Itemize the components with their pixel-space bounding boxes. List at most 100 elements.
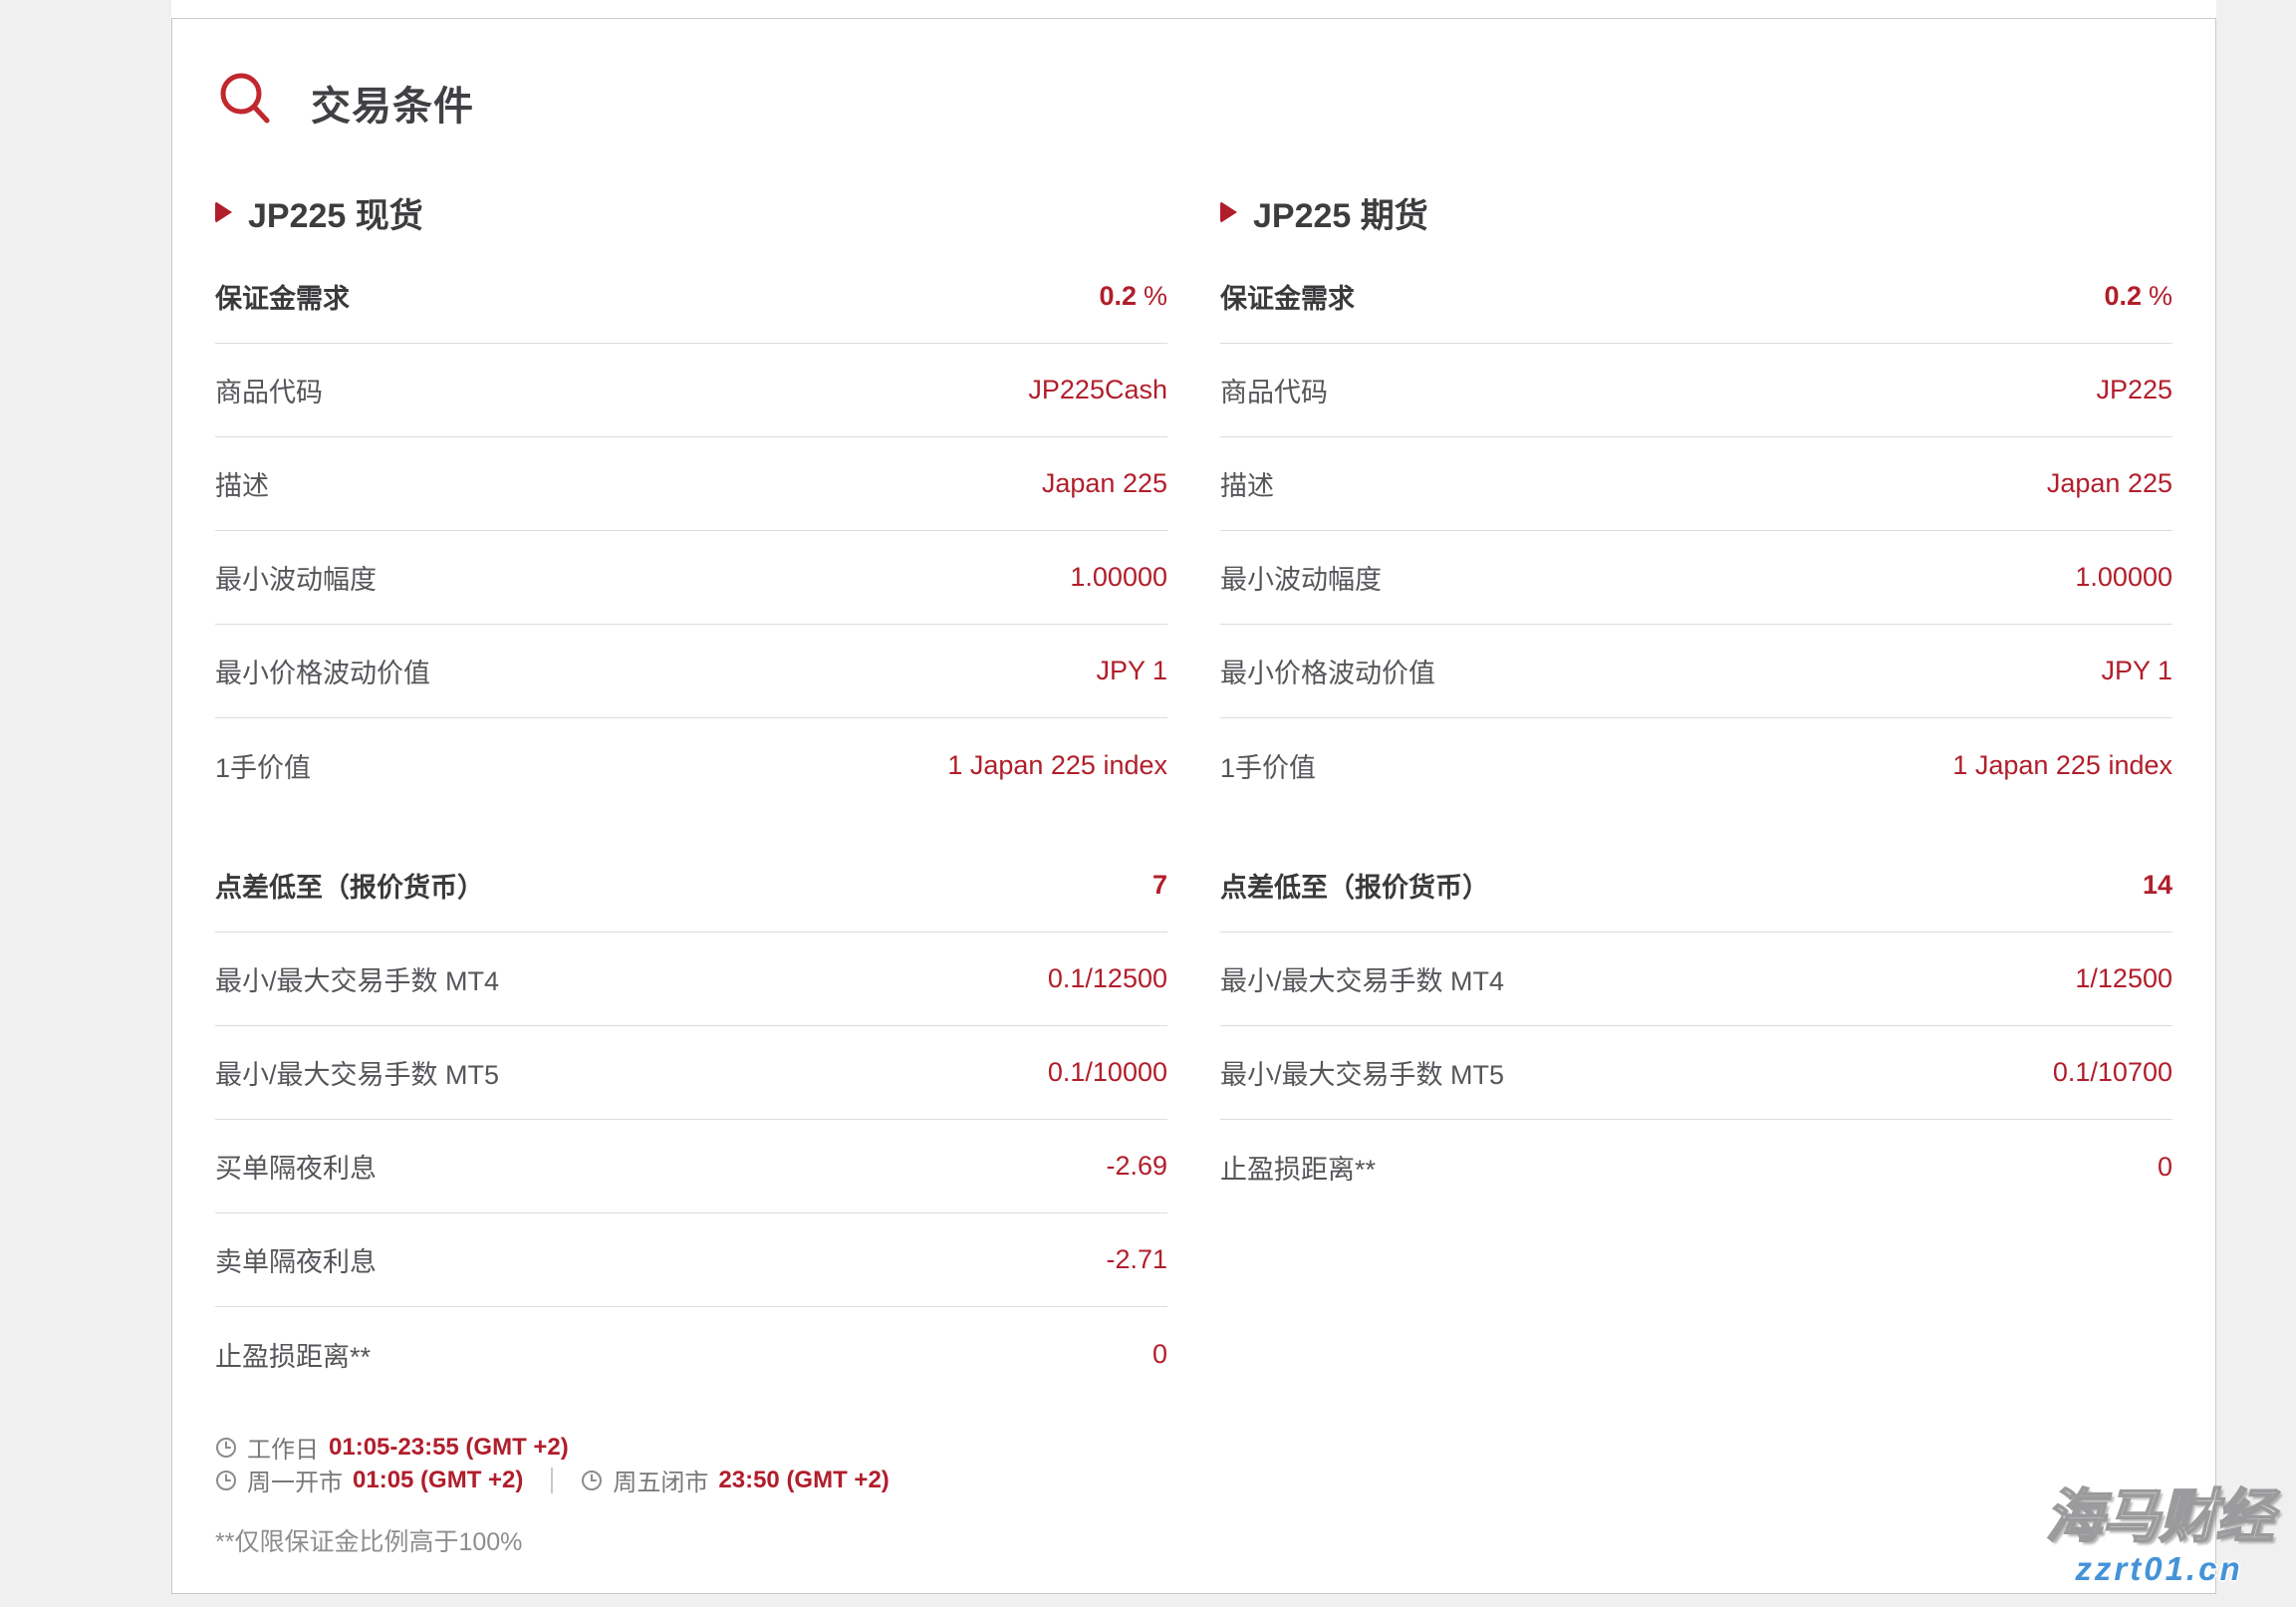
row-label: 买单隔夜利息 [215,1154,377,1184]
top-strip [171,0,2216,18]
row-label: 最小波动幅度 [1220,565,1382,595]
column-jp225-futures: JP225 期货 保证金需求 0.2% 商品代码 JP225 描述 Japan … [1220,190,2172,1401]
row-label: 保证金需求 [215,284,350,314]
row-label: 点差低至（报价货币） [215,873,484,903]
row-label: 描述 [215,471,269,501]
table-row: 买单隔夜利息 -2.69 [215,1120,1167,1213]
table-row: 点差低至（报价货币） 14 [1220,839,2172,933]
table-row: 最小/最大交易手数 MT5 0.1/10000 [215,1026,1167,1120]
trading-conditions-card: 交易条件 JP225 现货 保证金需求 0.2% 商品代码 JP225Cash … [171,18,2216,1594]
search-icon [215,69,279,137]
row-value: -2.71 [1106,1244,1167,1274]
row-value: 7 [1151,870,1167,900]
trading-hours-open-close: 周一开市 01:05 (GMT +2) 周五闭市 23:50 (GMT +2) [215,1464,2172,1496]
row-value-suffix: % [2148,281,2172,311]
play-triangle-icon [1220,201,1237,223]
row-label: 1手价值 [215,752,312,783]
row-label: 最小价格波动价值 [1220,659,1435,688]
row-value: 0.2% [1099,281,1167,311]
table-row: 最小价格波动价值 JPY 1 [1220,625,2172,718]
table-row: 商品代码 JP225 [1220,344,2172,437]
row-value: 1 Japan 225 index [1952,749,2172,780]
row-label: 最小/最大交易手数 MT4 [215,966,500,996]
rows-group-1: 保证金需求 0.2% 商品代码 JP225Cash 描述 Japan 225 最… [215,250,1167,812]
table-row: 止盈损距离** 0 [215,1307,1167,1401]
table-row: 点差低至（报价货币） 7 [215,839,1167,933]
row-value: Japan 225 [1041,468,1167,498]
row-value: 1.00000 [2075,562,2172,592]
row-label: 最小/最大交易手数 MT4 [1220,966,1505,996]
row-value: 0 [2157,1151,2172,1182]
row-value: JP225 [2096,375,2172,404]
watermark-url: zzrt01.cn [2075,1550,2243,1587]
row-label: 止盈损距离** [215,1341,372,1372]
row-label: 点差低至（报价货币） [1220,873,1489,903]
row-label: 商品代码 [1220,378,1328,407]
section-header-spot: JP225 现货 [215,190,1167,235]
margin-note: **仅限保证金比例高于100% [215,1528,523,1556]
table-row: 最小波动幅度 1.00000 [1220,531,2172,625]
monday-open-time: 01:05 (GMT +2) [353,1466,524,1493]
table-row: 保证金需求 0.2% [1220,250,2172,344]
row-label: 最小/最大交易手数 MT5 [1220,1060,1505,1090]
row-label: 最小波动幅度 [215,565,377,595]
row-value: 0.2% [2104,281,2172,311]
row-value: 1/12500 [2075,963,2172,993]
play-triangle-icon [215,201,232,223]
row-label: 保证金需求 [1220,284,1355,314]
page-title: 交易条件 [311,85,474,129]
table-row: 卖单隔夜利息 -2.71 [215,1213,1167,1307]
rows-group-2: 点差低至（报价货币） 14 最小/最大交易手数 MT4 1/12500 最小/最… [1220,839,2172,1213]
rows-group-2: 点差低至（报价货币） 7 最小/最大交易手数 MT4 0.1/12500 最小/… [215,839,1167,1401]
row-label: 商品代码 [215,378,323,407]
friday-close-time: 23:50 (GMT +2) [718,1466,890,1493]
row-label: 卖单隔夜利息 [215,1247,377,1277]
row-value-suffix: % [1143,281,1167,311]
workday-time: 01:05-23:55 (GMT +2) [329,1433,569,1461]
table-row: 最小/最大交易手数 MT4 0.1/12500 [215,933,1167,1026]
row-value: Japan 225 [2046,468,2172,498]
row-value: 14 [2142,870,2172,900]
workday-label: 工作日 [247,1437,319,1464]
trading-hours: 工作日 01:05-23:55 (GMT +2) 周一开市 01:05 (GMT… [215,1431,2172,1558]
rows-group-1: 保证金需求 0.2% 商品代码 JP225 描述 Japan 225 最小波动幅… [1220,250,2172,812]
table-row: 最小/最大交易手数 MT4 1/12500 [1220,933,2172,1026]
row-value: 1.00000 [1070,562,1167,592]
section-header-futures: JP225 期货 [1220,190,2172,235]
row-value: 0.1/12500 [1047,963,1167,993]
clock-icon [215,1437,237,1459]
divider [551,1467,554,1493]
column-jp225-spot: JP225 现货 保证金需求 0.2% 商品代码 JP225Cash 描述 Ja… [215,190,1167,1401]
watermark-brand: 海马财经 [2044,1484,2274,1549]
row-value: JPY 1 [2101,656,2172,685]
row-value: 0.1/10000 [1047,1057,1167,1087]
row-label: 描述 [1220,471,1274,501]
row-label: 最小/最大交易手数 MT5 [215,1060,500,1090]
row-value: JPY 1 [1096,656,1167,685]
row-value: 1 Japan 225 index [947,749,1167,780]
clock-icon [215,1470,237,1491]
row-value: JP225Cash [1028,375,1167,404]
table-row: 描述 Japan 225 [1220,437,2172,531]
section-title: JP225 现货 [248,196,423,235]
table-row: 描述 Japan 225 [215,437,1167,531]
table-row: 最小/最大交易手数 MT5 0.1/10700 [1220,1026,2172,1120]
trading-hours-workday: 工作日 01:05-23:55 (GMT +2) [215,1431,2172,1464]
friday-close-label: 周五闭市 [613,1470,709,1496]
table-row: 最小波动幅度 1.00000 [215,531,1167,625]
table-row: 商品代码 JP225Cash [215,344,1167,437]
columns: JP225 现货 保证金需求 0.2% 商品代码 JP225Cash 描述 Ja… [215,190,2172,1401]
watermark: 海马财经 zzrt01.cn [2022,1484,2296,1587]
page-header: 交易条件 [215,71,2172,134]
row-value: -2.69 [1106,1151,1167,1181]
row-label: 最小价格波动价值 [215,659,430,688]
table-row: 最小价格波动价值 JPY 1 [215,625,1167,718]
monday-open-label: 周一开市 [247,1470,343,1496]
table-row: 1手价值 1 Japan 225 index [215,718,1167,812]
row-label: 止盈损距离** [1220,1154,1377,1185]
clock-icon [581,1470,603,1491]
table-row: 1手价值 1 Japan 225 index [1220,718,2172,812]
table-row: 止盈损距离** 0 [1220,1120,2172,1213]
section-title: JP225 期货 [1253,196,1428,235]
row-label: 1手价值 [1220,752,1317,783]
